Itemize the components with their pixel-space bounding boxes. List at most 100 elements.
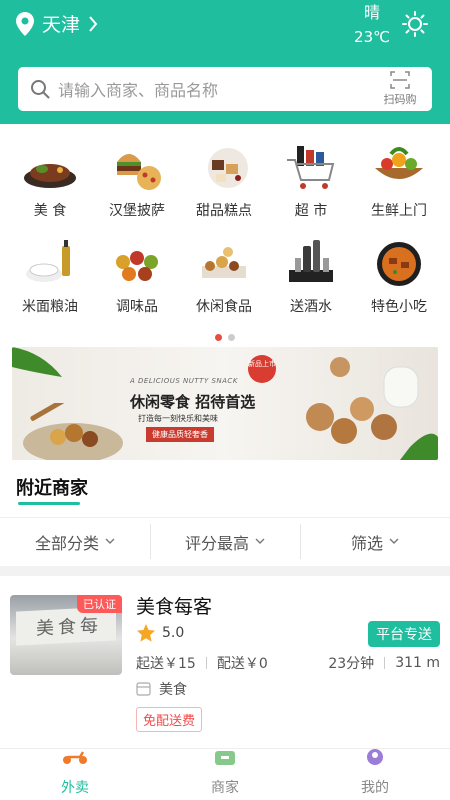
- filter-rating[interactable]: 评分最高: [150, 518, 300, 565]
- tab-takeout[interactable]: 外卖: [0, 749, 150, 800]
- steak-icon: [24, 164, 76, 188]
- city-name: 天津: [42, 14, 81, 36]
- store-category: 美食: [136, 679, 187, 699]
- chevron-down-icon: [105, 538, 115, 544]
- banner-new-badge: 新品上市: [248, 355, 276, 383]
- scan-button[interactable]: 扫码购: [372, 69, 428, 109]
- filter-label: 筛选: [350, 533, 383, 553]
- filter-screen[interactable]: 筛选: [300, 518, 450, 565]
- carousel-indicator: [0, 334, 450, 341]
- category-item[interactable]: 汉堡披萨: [94, 136, 180, 226]
- category-item[interactable]: 休闲食品: [181, 232, 267, 322]
- filter-label: 全部分类: [34, 533, 99, 553]
- distance: 311 m: [395, 655, 440, 671]
- tab-label: 商家: [211, 780, 239, 796]
- weather-temperature: 23℃: [354, 28, 390, 46]
- category-item[interactable]: 美 食: [7, 136, 93, 226]
- store-name: 美食每客: [136, 596, 213, 618]
- category-label: 美 食: [33, 203, 67, 219]
- filter-label: 评分最高: [184, 533, 249, 553]
- category-label: 生鲜上门: [371, 203, 427, 219]
- category-label: 休闲食品: [196, 299, 252, 315]
- tab-merchants[interactable]: 商家: [150, 749, 300, 800]
- search-icon: [31, 80, 50, 99]
- category-item[interactable]: 调味品: [94, 232, 180, 322]
- shop-icon: [136, 682, 151, 696]
- scan-label: 扫码购: [383, 93, 417, 106]
- search-bar[interactable]: 请输入商家、商品名称 扫码购: [18, 67, 432, 111]
- carousel-dot[interactable]: [228, 334, 235, 341]
- banner-tag: 健康品质轻奢香: [146, 427, 214, 442]
- chevron-down-icon: [389, 538, 399, 544]
- category-label: 特色小吃: [371, 299, 427, 315]
- category-label: 米面粮油: [22, 299, 78, 315]
- category-label: 汉堡披萨: [109, 203, 165, 219]
- store-fees: 起送￥15 配送￥0: [136, 653, 268, 673]
- banner-subtitle: A DELICIOUS NUTTY SNACK: [130, 377, 238, 385]
- banner-title: 休闲零食 招待首选: [130, 393, 256, 411]
- banner-tagline: 打造每一刻快乐和美味: [138, 414, 218, 423]
- scooter-icon: [63, 751, 87, 764]
- dessert-icon: [208, 148, 248, 188]
- delivery-type-badge: 平台专送: [368, 621, 440, 647]
- category-item[interactable]: 送酒水: [268, 232, 354, 322]
- shopping-cart-icon: [287, 146, 335, 189]
- delivery-time: 23分钟: [328, 656, 375, 672]
- section-title: 附近商家: [16, 478, 88, 499]
- category-name: 美食: [159, 682, 187, 698]
- verified-badge: 已认证: [77, 595, 122, 613]
- category-item[interactable]: 超 市: [268, 136, 354, 226]
- category-item[interactable]: 甜品糕点: [181, 136, 267, 226]
- tab-label: 外卖: [61, 780, 89, 796]
- min-order: 起送￥15: [136, 656, 196, 672]
- leaf-decoration: [12, 347, 62, 377]
- category-label: 送酒水: [290, 299, 332, 315]
- delivery-fee: 配送￥0: [216, 656, 268, 672]
- rice-oil-icon: [26, 240, 70, 282]
- section-divider: [0, 566, 450, 576]
- walnuts-milk-image: [306, 357, 438, 460]
- user-icon: [367, 749, 383, 765]
- header: 天津 晴 23℃ 请输入商家、商品名称 扫码购: [0, 0, 450, 124]
- sun-icon: [402, 11, 428, 37]
- bottom-nav: 外卖 商家 我的: [0, 748, 450, 800]
- burger-pizza-icon: [117, 154, 161, 190]
- store-distance-time: 23分钟 311 m: [328, 653, 440, 673]
- weather-widget: 晴 23℃: [350, 3, 394, 49]
- store-icon: [215, 751, 235, 765]
- star-icon: [137, 624, 155, 642]
- filter-bar: 全部分类 评分最高 筛选: [0, 517, 450, 565]
- divider: [205, 657, 207, 669]
- promo-banner[interactable]: A DELICIOUS NUTTY SNACK 休闲零食 招待首选 打造每一刻快…: [12, 347, 438, 460]
- category-item[interactable]: 特色小吃: [356, 232, 442, 322]
- carousel-dot-active[interactable]: [215, 334, 222, 341]
- location-pin-icon: [16, 11, 34, 36]
- nuts-plate-image: [23, 403, 123, 460]
- tab-label: 我的: [361, 780, 389, 796]
- liquor-icon: [289, 240, 333, 282]
- store-thumbnail: 美食每 已认证: [10, 595, 122, 675]
- category-item[interactable]: 生鲜上门: [356, 136, 442, 226]
- fresh-produce-icon: [375, 147, 423, 179]
- scan-icon: [390, 71, 410, 89]
- section-underline: [18, 502, 80, 505]
- category-label: 甜品糕点: [196, 203, 252, 219]
- category-label: 超 市: [294, 203, 328, 219]
- rating-value: 5.0: [162, 625, 185, 641]
- category-label: 调味品: [116, 299, 158, 315]
- store-card[interactable]: 美食每 已认证 美食每客 5.0 平台专送 起送￥15 配送￥0 23分钟 31…: [0, 576, 450, 746]
- tab-profile[interactable]: 我的: [300, 749, 450, 800]
- divider: [384, 657, 386, 669]
- location-selector[interactable]: 天津: [16, 10, 98, 37]
- chevron-right-icon: [89, 15, 98, 32]
- category-item[interactable]: 米面粮油: [7, 232, 93, 322]
- specialty-snack-icon: [377, 242, 421, 286]
- chevron-down-icon: [255, 538, 265, 544]
- seasoning-icon: [116, 251, 158, 281]
- weather-condition: 晴: [363, 3, 380, 22]
- snacks-icon: [202, 247, 246, 278]
- filter-category[interactable]: 全部分类: [0, 518, 150, 565]
- store-rating: 5.0: [136, 623, 184, 643]
- promo-tag: 免配送费: [136, 707, 203, 732]
- search-input[interactable]: 请输入商家、商品名称: [58, 77, 372, 101]
